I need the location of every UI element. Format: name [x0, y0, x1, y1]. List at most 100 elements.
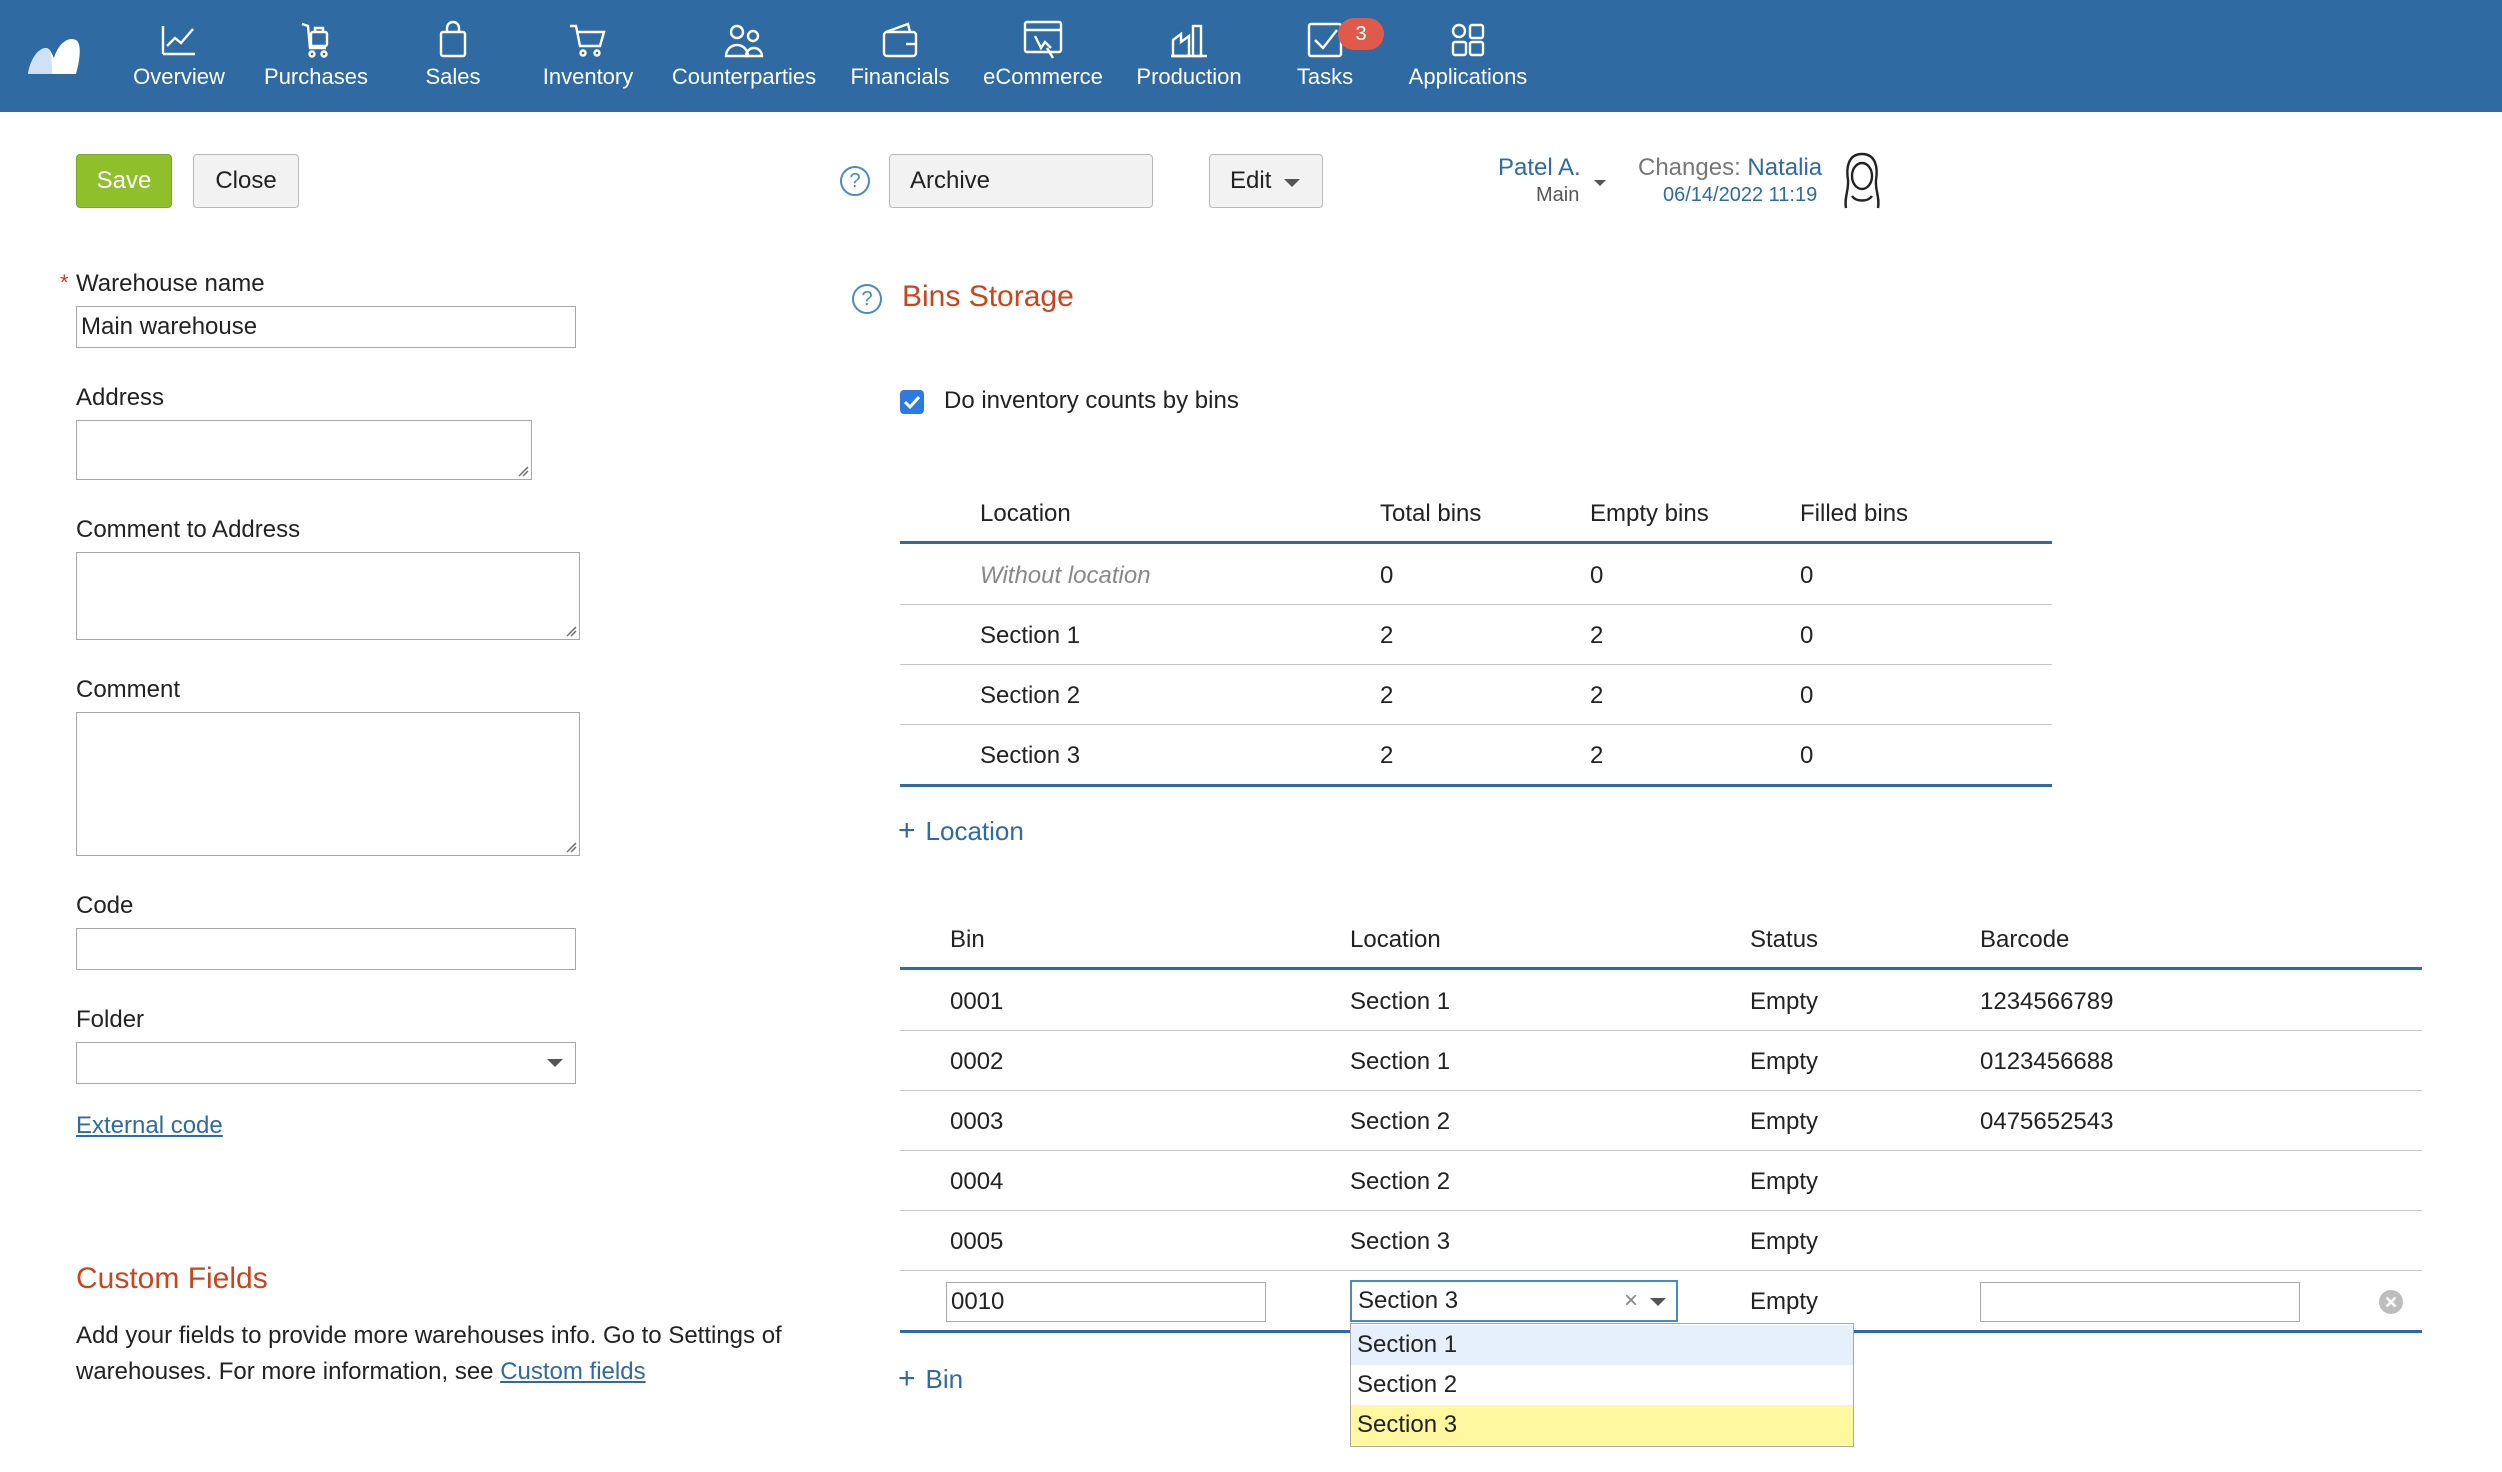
bin-code: 0004 — [950, 1168, 1004, 1195]
chevron-down-icon — [547, 1059, 563, 1067]
address-textarea[interactable] — [76, 420, 532, 480]
clear-icon[interactable]: × — [1624, 1282, 1638, 1320]
custom-fields-text: Add your fields to provide more warehous… — [76, 1322, 782, 1385]
bin-code: 0002 — [950, 1048, 1004, 1075]
empty-bins: 2 — [1590, 622, 1604, 649]
nav-financials[interactable]: Financials — [846, 0, 954, 112]
nav-label: Financials — [850, 64, 950, 89]
bin-code: 0003 — [950, 1108, 1004, 1135]
owner-name[interactable]: Patel A. — [1498, 154, 1581, 182]
row-divider — [900, 1270, 2422, 1271]
inventory-by-bins-label: Do inventory counts by bins — [944, 387, 1239, 414]
bin-code: 0005 — [950, 1228, 1004, 1255]
column-header[interactable]: Empty bins — [1590, 500, 1709, 528]
dropdown-option-section-1[interactable]: Section 1 — [1351, 1325, 1853, 1365]
comment-to-address-label: Comment to Address — [76, 516, 301, 543]
nav-inventory[interactable]: Inventory — [536, 0, 640, 112]
folder-select[interactable] — [76, 1042, 576, 1084]
inventory-by-bins-checkbox[interactable] — [900, 390, 924, 414]
column-header[interactable]: Barcode — [1980, 926, 2069, 954]
empty-bins: 2 — [1590, 682, 1604, 709]
row-divider — [900, 604, 2052, 605]
changes-date: 06/14/2022 11:19 — [1663, 184, 1818, 206]
add-location-label: Location — [925, 816, 1024, 846]
custom-fields-description: Add your fields to provide more warehous… — [76, 1318, 836, 1390]
column-header[interactable]: Filled bins — [1800, 500, 1908, 528]
nav-label: Overview — [133, 64, 225, 89]
code-label: Code — [76, 892, 134, 919]
empty-bins: 0 — [1590, 562, 1604, 589]
total-bins: 2 — [1380, 742, 1394, 769]
filled-bins: 0 — [1800, 742, 1814, 769]
bin-location: Section 1 — [1350, 988, 1451, 1015]
bin-status: Empty — [1750, 1048, 1819, 1075]
nav-production[interactable]: Production — [1134, 0, 1244, 112]
code-input[interactable] — [76, 928, 576, 970]
nav-sales[interactable]: Sales — [408, 0, 498, 112]
wallet-icon — [882, 22, 918, 58]
changes-author[interactable]: Natalia — [1747, 154, 1822, 181]
nav-label: Inventory — [542, 64, 634, 89]
header-divider — [900, 541, 2052, 544]
archive-button[interactable]: Archive — [889, 154, 1153, 208]
dropdown-option-section-3[interactable]: Section 3 — [1351, 1405, 1853, 1445]
bin-status: Empty — [1750, 1168, 1819, 1195]
nav-applications[interactable]: Applications — [1406, 0, 1530, 112]
bins-help-icon[interactable]: ? — [852, 284, 882, 314]
column-header[interactable]: Location — [980, 500, 1071, 528]
bin-code: 0001 — [950, 988, 1004, 1015]
apps-grid-icon — [1451, 23, 1485, 57]
nav-label: Applications — [1408, 64, 1528, 89]
factory-icon — [1171, 24, 1207, 58]
row-divider — [900, 1210, 2422, 1211]
edit-button-label: Edit — [1230, 167, 1272, 194]
location-name: Section 1 — [980, 622, 1081, 649]
nav-label: Sales — [425, 64, 481, 89]
folder-label: Folder — [76, 1006, 145, 1033]
bin-status: Empty — [1750, 1288, 1819, 1315]
add-location-button[interactable]: + Location — [898, 814, 1024, 848]
resize-grip-icon[interactable] — [565, 841, 577, 853]
header-divider — [900, 967, 2422, 970]
location-dropdown-list: Section 1 Section 2 Section 3 — [1350, 1323, 1854, 1447]
tasks-count-badge: 3 — [1338, 18, 1384, 50]
app-logo-icon[interactable] — [24, 30, 84, 78]
bin-location-select[interactable]: Section 3 × — [1350, 1280, 1678, 1322]
column-header[interactable]: Status — [1750, 926, 1818, 954]
nav-ecommerce[interactable]: eCommerce — [980, 0, 1106, 112]
total-bins: 2 — [1380, 682, 1394, 709]
edit-menu-button[interactable]: Edit — [1209, 154, 1323, 208]
add-bin-button[interactable]: + Bin — [898, 1362, 963, 1396]
required-mark: * — [60, 270, 69, 295]
column-header[interactable]: Total bins — [1380, 500, 1481, 528]
table-bottom-divider — [900, 784, 2052, 787]
dropdown-option-section-2[interactable]: Section 2 — [1351, 1365, 1853, 1405]
bin-barcode-input[interactable] — [1980, 1282, 2300, 1322]
bin-location: Section 3 — [1350, 1228, 1451, 1255]
comment-textarea[interactable] — [76, 712, 580, 856]
location-name: Section 2 — [980, 682, 1081, 709]
nav-purchases[interactable]: Purchases — [258, 0, 374, 112]
external-code-link[interactable]: External code — [76, 1112, 223, 1140]
resize-grip-icon[interactable] — [517, 465, 529, 477]
resize-grip-icon[interactable] — [565, 625, 577, 637]
chevron-down-icon[interactable] — [1650, 1298, 1666, 1306]
remove-row-icon[interactable] — [2378, 1289, 2404, 1315]
changes-info: Changes: Natalia — [1638, 154, 1822, 182]
plus-icon: + — [898, 1362, 916, 1395]
nav-tasks[interactable]: Tasks — [1282, 0, 1368, 112]
warehouse-name-input[interactable]: Main warehouse — [76, 306, 576, 348]
close-button[interactable]: Close — [193, 154, 299, 208]
custom-fields-link[interactable]: Custom fields — [500, 1358, 645, 1385]
help-icon[interactable]: ? — [840, 166, 870, 196]
nav-counterparties[interactable]: Counterparties — [666, 0, 822, 112]
column-header[interactable]: Location — [1350, 926, 1441, 954]
row-divider — [900, 664, 2052, 665]
bag-icon — [439, 20, 467, 58]
comment-to-address-textarea[interactable] — [76, 552, 580, 640]
owner-chevron-down-icon[interactable] — [1594, 180, 1606, 186]
save-button[interactable]: Save — [76, 154, 172, 208]
bin-code-input[interactable]: 0010 — [946, 1282, 1266, 1322]
column-header[interactable]: Bin — [950, 926, 985, 954]
nav-overview[interactable]: Overview — [128, 0, 230, 112]
